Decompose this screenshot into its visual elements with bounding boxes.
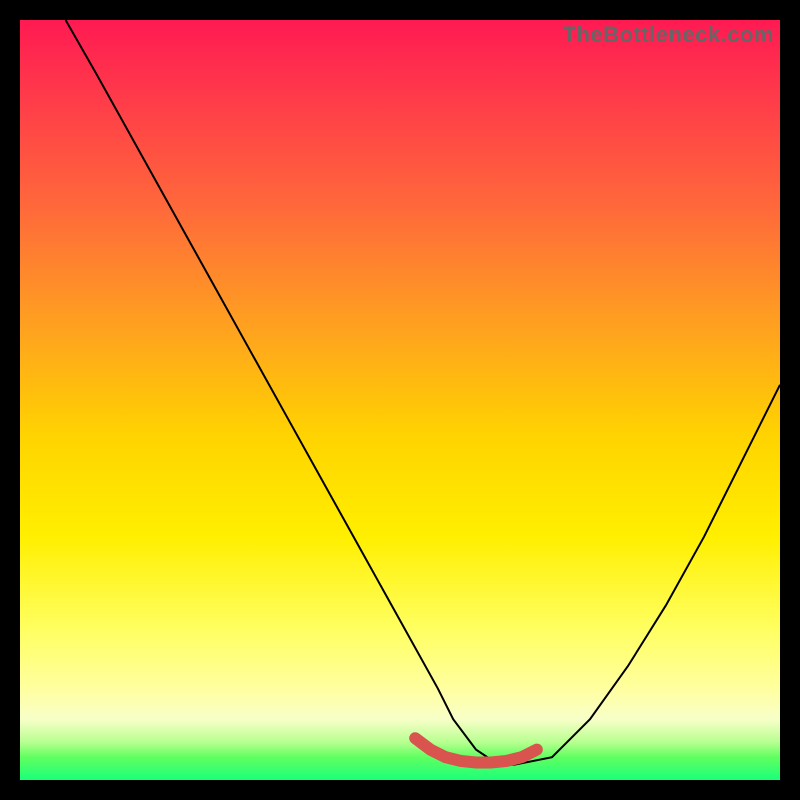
curve-svg xyxy=(20,20,780,780)
main-curve-path xyxy=(66,20,780,765)
plot-area: TheBottleneck.com xyxy=(20,20,780,780)
chart-container: TheBottleneck.com xyxy=(0,0,800,800)
